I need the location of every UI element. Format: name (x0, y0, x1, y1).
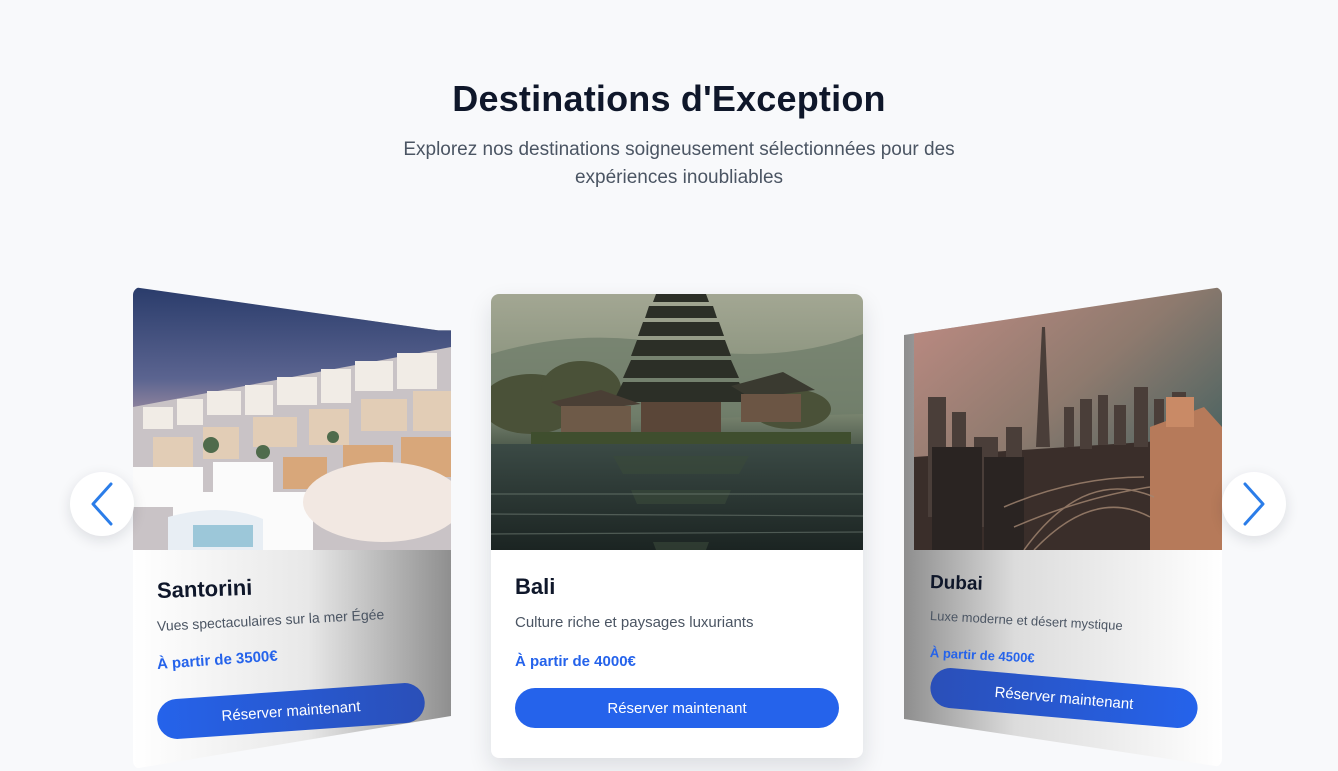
carousel-next-button[interactable] (1222, 472, 1286, 536)
card-price: À partir de 3500€ (156, 647, 279, 673)
book-now-button[interactable]: Réserver maintenant (155, 681, 427, 741)
destination-card-bali[interactable]: Bali Culture riche et paysages luxuriant… (491, 294, 863, 758)
santorini-photo (133, 287, 451, 550)
carousel: Santorini Vues spectaculaires sur la mer… (0, 0, 1338, 771)
card-title: Dubai (929, 572, 984, 595)
chevron-left-icon (91, 482, 113, 526)
book-now-button[interactable]: Réserver maintenant (928, 666, 1200, 730)
card-description: Luxe moderne et désert mystique (929, 608, 1124, 634)
card-title: Santorini (156, 574, 253, 603)
destinations-section: Destinations d'Exception Explorez nos de… (0, 0, 1338, 771)
card-title: Bali (515, 574, 556, 599)
chevron-right-icon (1243, 482, 1265, 526)
destination-card-santorini[interactable]: Santorini Vues spectaculaires sur la mer… (133, 287, 451, 769)
bali-photo (491, 294, 863, 550)
card-price: À partir de 4000€ (515, 653, 636, 670)
book-now-button[interactable]: Réserver maintenant (515, 688, 839, 728)
card-description: Culture riche et paysages luxuriants (515, 614, 754, 631)
dubai-photo (914, 287, 1222, 550)
destination-card-dubai[interactable]: Dubai Luxe moderne et désert mystique À … (904, 287, 1222, 767)
carousel-prev-button[interactable] (70, 472, 134, 536)
card-description: Vues spectaculaires sur la mer Égée (156, 606, 385, 634)
